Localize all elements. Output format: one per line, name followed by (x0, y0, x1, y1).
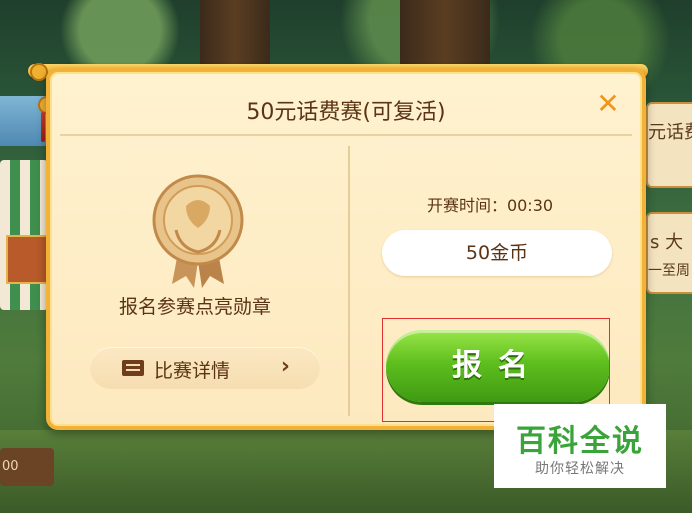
side-panel[interactable]: s 大 一至周 (646, 212, 692, 294)
document-icon (122, 360, 144, 376)
watermark-brand: 百科全说 (516, 424, 644, 459)
side-panel-text: 一至周 (648, 263, 690, 279)
gift-box (6, 235, 50, 284)
side-panel-text: 元话费 (648, 122, 692, 143)
side-panel[interactable]: 元话费 (646, 102, 692, 188)
chevron-right-icon: › (280, 354, 290, 379)
medal-caption: 报名参赛点亮勋章 (118, 296, 271, 318)
wooden-sign: 00 (0, 448, 54, 486)
entry-fee-field: 50金币 (382, 230, 612, 276)
medal-icon (152, 174, 244, 288)
red-tassel (41, 112, 45, 142)
watermark-tagline: 助你轻松解决 (535, 461, 625, 477)
signup-button[interactable]: 报名 (386, 330, 610, 402)
side-panel-text: s 大 (650, 232, 684, 253)
dialog-title: 50元话费赛(可复活) (246, 100, 446, 125)
match-details-button[interactable]: 比赛详情 › (90, 347, 320, 389)
column-divider (348, 146, 350, 416)
signup-label: 报名 (452, 348, 544, 383)
watermark-logo: 百科全说 助你轻松解决 (494, 404, 666, 488)
header-divider (60, 134, 632, 136)
close-icon[interactable]: ✕ (592, 88, 624, 120)
match-signup-dialog: 50元话费赛(可复活) ✕ 报名参赛点亮勋章 比赛详情 › 开赛时间：00:30… (46, 68, 646, 430)
match-details-label: 比赛详情 (154, 360, 231, 382)
start-time: 开赛时间：00:30 (426, 196, 554, 215)
wooden-sign-text: 00 (2, 459, 19, 474)
